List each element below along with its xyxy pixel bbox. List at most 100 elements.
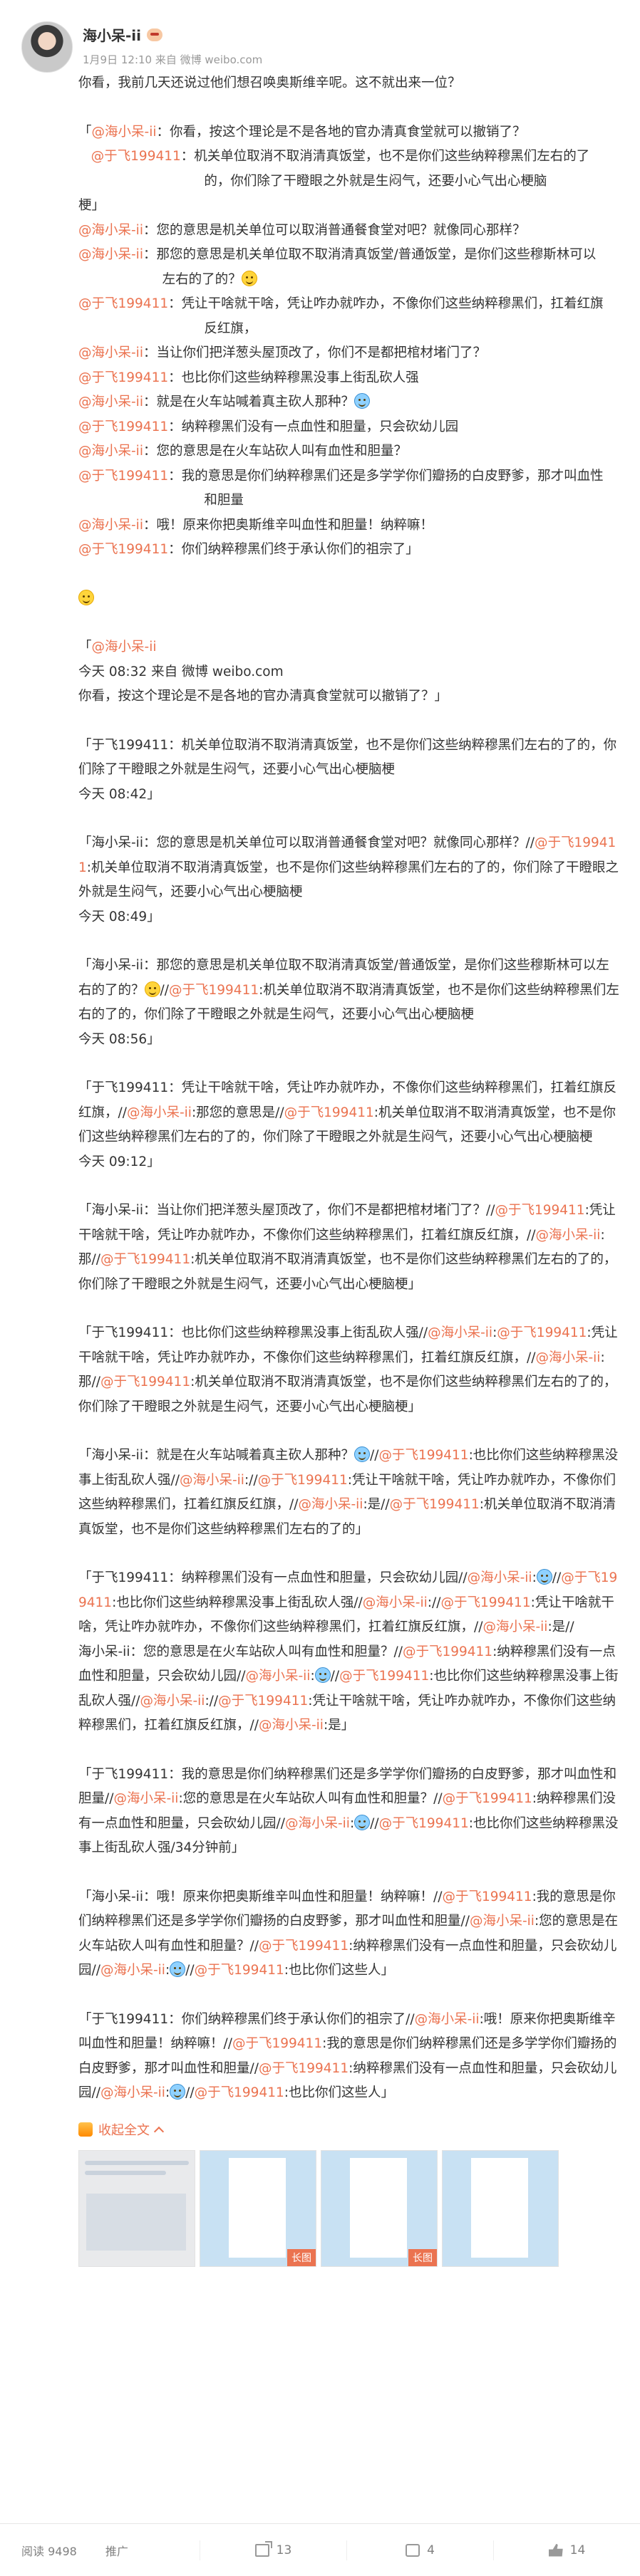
thumb-page [229, 2157, 286, 2258]
mention-link[interactable]: @海小呆-ii [245, 1669, 310, 1684]
image-thumbnail[interactable]: 长图 [321, 2149, 438, 2267]
mention-link[interactable]: @于飞199411 [100, 1375, 190, 1389]
mention-link[interactable]: @于飞199411 [403, 1644, 492, 1659]
mention-link[interactable]: @于飞199411 [495, 1203, 584, 1218]
mention-link[interactable]: @于飞199411 [497, 1325, 587, 1340]
image-thumbnails: 长图 长图 [78, 2149, 620, 2267]
quote-block: 「@海小呆-ii 今天 08:32 来自 微博 weibo.com 你看，按这个… [78, 640, 448, 704]
mention-link[interactable]: @于飞199411 [258, 1473, 348, 1488]
quote-block: 「于飞199411：纳粹穆黑们没有一点血性和胆量，只会砍幼儿园//@海小呆-ii… [78, 1566, 620, 1738]
share-icon [254, 2540, 272, 2557]
username[interactable]: 海小呆-ii [83, 24, 141, 45]
mention-link[interactable]: @海小呆-ii [535, 1350, 600, 1365]
mention-link[interactable]: @海小呆-ii [180, 1473, 244, 1488]
thumb-line [85, 2170, 166, 2175]
mention-link[interactable]: @于飞199411 [91, 149, 181, 164]
text-segment: ：您的意思是在火车站砍人叫有血性和胆量？ [143, 444, 407, 459]
mention-link[interactable]: @海小呆-ii [78, 247, 143, 262]
mention-link[interactable]: @于飞199411 [259, 1939, 349, 1954]
text-segment: ：你们纳粹穆黑们终于承认你们的祖宗了」 [168, 542, 419, 557]
quote-time: 今天 08:56」 [78, 1031, 160, 1047]
like-button[interactable]: 14 [493, 2540, 640, 2560]
mention-link[interactable]: @海小呆-ii [285, 1816, 350, 1831]
mention-link[interactable]: @海小呆-ii [140, 1694, 205, 1709]
quote-block: 「海小呆-ii：那您的意思是机关单位取不取消清真饭堂/普通饭堂，是你们这些穆斯林… [78, 954, 620, 1052]
post-footer: 阅读 9498 推广 13 4 14 [0, 2523, 640, 2576]
mention-link[interactable]: @海小呆-ii [92, 125, 157, 140]
thumb-page [350, 2157, 407, 2258]
text-segment: :也比你们这些人」 [284, 2085, 394, 2100]
like-icon [548, 2543, 563, 2557]
mention-link[interactable]: @于飞199411 [78, 296, 168, 311]
image-thumbnail[interactable]: 长图 [200, 2149, 316, 2267]
mention-link[interactable]: @于飞199411 [218, 1694, 308, 1709]
mention-link[interactable]: @海小呆-ii [428, 1325, 492, 1340]
mention-link[interactable]: @海小呆-ii [127, 1105, 192, 1120]
text-segment: :是// [363, 1497, 390, 1512]
mention-link[interactable]: @于飞199411 [339, 1669, 429, 1684]
image-thumbnail[interactable] [442, 2149, 559, 2267]
mention-link[interactable]: @于飞199411 [443, 1791, 532, 1806]
mention-link[interactable]: @于飞199411 [195, 1963, 284, 1978]
text-segment: ：纳粹穆黑们没有一点血性和胆量，只会砍幼儿园 [168, 419, 459, 434]
mention-link[interactable]: @海小呆-ii [535, 1228, 600, 1243]
promote-link[interactable]: 推广 [105, 2542, 128, 2559]
mention-link[interactable]: @海小呆-ii [78, 518, 143, 533]
share-button[interactable]: 13 [200, 2540, 346, 2560]
mention-link[interactable]: @海小呆-ii [415, 2012, 480, 2027]
text-segment: 你看，我前几天还说过他们想召唤奥斯维辛呢。这不就出来一位？ [78, 75, 461, 90]
laugh-cry-emoji [314, 1667, 331, 1683]
quote-time: 今天 09:12」 [78, 1154, 160, 1169]
mention-link[interactable]: @海小呆-ii [100, 2085, 165, 2100]
mention-link[interactable]: @于飞199411 [195, 2085, 284, 2100]
long-image-tag: 长图 [408, 2248, 437, 2266]
mention-link[interactable]: @海小呆-ii [100, 1963, 165, 1978]
text-segment: ：就是在火车站喊着真主砍人那种？ [143, 395, 354, 410]
thumb-map [86, 2193, 186, 2251]
text-segment: 你看，按这个理论是不是各地的官办清真食堂就可以撤销了？」 [78, 689, 448, 704]
mention-link[interactable]: @海小呆-ii [78, 444, 143, 459]
mention-link[interactable]: @于飞199411 [78, 469, 168, 484]
mention-link[interactable]: @海小呆-ii [482, 1620, 547, 1634]
mention-link[interactable]: @海小呆-ii [113, 1791, 178, 1806]
comment-button[interactable]: 4 [346, 2540, 493, 2560]
mention-link[interactable]: @海小呆-ii [470, 1914, 535, 1929]
comment-icon [406, 2543, 420, 2557]
mention-link[interactable]: @于飞199411 [78, 542, 168, 557]
long-image-tag: 长图 [287, 2248, 316, 2266]
share-count: 13 [276, 2543, 292, 2557]
mention-link[interactable]: @海小呆-ii [259, 1718, 324, 1733]
mention-link[interactable]: @于飞199411 [232, 2036, 322, 2051]
mention-link[interactable]: @于飞199411 [259, 2061, 349, 2076]
mention-link[interactable]: @海小呆-ii [92, 640, 157, 655]
post-header: 海小呆-ii 1月9日 12:10 来自 微博 weibo.com [0, 0, 640, 73]
mention-link[interactable]: @于飞199411 [390, 1497, 480, 1512]
mention-link[interactable]: @海小呆-ii [363, 1595, 428, 1610]
read-count: 阅读 9498 [21, 2544, 77, 2558]
mention-link[interactable]: @于飞199411 [442, 1889, 532, 1904]
avatar[interactable] [21, 21, 73, 73]
quote-block: 「海小呆-ii：就是在火车站喊着真主砍人那种？//@于飞199411:也比你们这… [78, 1444, 620, 1542]
mention-link[interactable]: @海小呆-ii [78, 345, 143, 360]
mention-link[interactable]: @于飞199411 [284, 1105, 374, 1120]
text-segment: ：当让你们把洋葱头屋顶改了，你们不是都把棺材堵门了？ [143, 345, 486, 360]
text-segment: :也比你们这些人」 [284, 1963, 394, 1978]
mention-link[interactable]: @海小呆-ii [78, 223, 143, 238]
mention-link[interactable]: @海小呆-ii [78, 395, 143, 410]
image-thumbnail[interactable] [78, 2149, 195, 2267]
mention-link[interactable]: @于飞199411 [440, 1595, 530, 1610]
mention-link[interactable]: @于飞199411 [100, 1252, 190, 1267]
mention-link[interactable]: @海小呆-ii [298, 1497, 363, 1512]
quoted-dialog: 「@海小呆-ii：你看，按这个理论是不是各地的官办清真食堂就可以撤销了？ @于飞… [78, 120, 620, 563]
text-segment: :// [427, 1595, 441, 1610]
collapse-button[interactable]: 收起全文 [78, 2120, 620, 2139]
laugh-cry-emoji [170, 2084, 186, 2100]
mention-link[interactable]: @于飞199411 [78, 370, 168, 385]
quote-block: 「于飞199411：我的意思是你们纳粹穆黑们还是多学学你们瓣扬的白皮野爹，那才叫… [78, 1763, 620, 1861]
mention-link[interactable]: @于飞199411 [169, 983, 259, 998]
mention-link[interactable]: @于飞199411 [78, 419, 168, 434]
smile-emoji [144, 981, 160, 997]
mention-link[interactable]: @于飞199411 [379, 1816, 469, 1831]
mention-link[interactable]: @于飞199411 [378, 1448, 468, 1463]
mention-link[interactable]: @海小呆-ii [468, 1570, 532, 1585]
